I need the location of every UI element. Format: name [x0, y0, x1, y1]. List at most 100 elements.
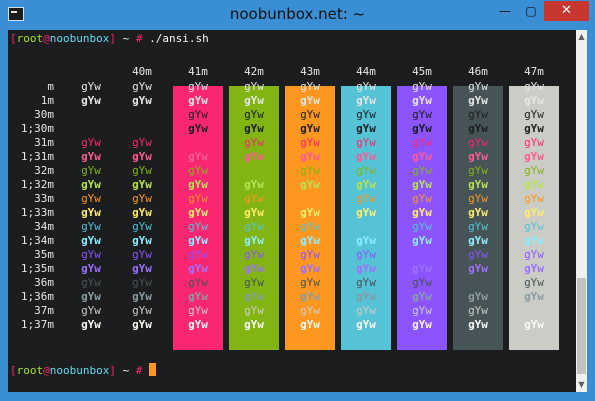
color-sample-cell: gYw — [412, 192, 432, 205]
prompt-line-1: [root@noobunbox] ~ # ./ansi.sh — [10, 32, 209, 46]
color-sample-cell: gYw — [244, 136, 264, 149]
prompt-bracket-close: ] — [109, 32, 116, 45]
fg-code-label: 31m — [34, 136, 54, 149]
color-sample-cell: gYw — [81, 276, 101, 289]
color-sample-cell: gYw — [356, 136, 376, 149]
color-sample-cell: gYw — [188, 262, 208, 275]
color-sample-cell: gYw — [468, 304, 488, 317]
color-sample-cell: gYw — [300, 150, 320, 163]
title-bar[interactable]: noobunbox.net: ~ — ▢ ✕ — [0, 0, 595, 30]
color-sample-cell: gYw — [188, 220, 208, 233]
color-sample-cell: gYw — [81, 108, 101, 121]
bg-header-42: 42m — [244, 65, 264, 78]
color-sample-cell: gYw — [468, 290, 488, 303]
color-sample-cell: gYw — [356, 234, 376, 247]
fg-code-label: 36m — [34, 276, 54, 289]
bg-header-44: 44m — [356, 65, 376, 78]
prompt-line-2: [root@noobunbox] ~ # — [10, 363, 157, 378]
color-sample-cell: gYw — [244, 234, 264, 247]
color-sample-cell: gYw — [244, 122, 264, 135]
color-sample-cell: gYw — [244, 94, 264, 107]
color-sample-cell: gYw — [524, 220, 544, 233]
color-sample-cell: gYw — [188, 206, 208, 219]
color-sample-cell: gYw — [244, 80, 264, 93]
vertical-scrollbar[interactable]: ▲ ▼ — [576, 30, 587, 392]
color-sample-cell: gYw — [300, 80, 320, 93]
color-sample-cell: gYw — [468, 276, 488, 289]
color-sample-cell: gYw — [524, 192, 544, 205]
color-sample-cell: gYw — [300, 122, 320, 135]
color-sample-cell: gYw — [468, 122, 488, 135]
color-sample-cell: gYw — [356, 248, 376, 261]
color-sample-cell: gYw — [300, 290, 320, 303]
color-sample-cell: gYw — [244, 318, 264, 331]
color-sample-cell: gYw — [188, 276, 208, 289]
color-sample-cell: gYw — [356, 178, 376, 191]
fg-code-label: 1;35m — [20, 262, 54, 275]
color-sample-cell: gYw — [412, 234, 432, 247]
color-sample-cell: gYw — [188, 178, 208, 191]
color-sample-cell: gYw — [244, 220, 264, 233]
close-button[interactable]: ✕ — [544, 1, 589, 21]
prompt-bracket-close: ] — [109, 364, 116, 377]
color-sample-cell: gYw — [132, 276, 152, 289]
color-sample-cell: gYw — [132, 192, 152, 205]
bg-header-40: 40m — [132, 65, 152, 78]
bg-header-45: 45m — [412, 65, 432, 78]
scroll-up-arrow-icon[interactable]: ▲ — [576, 32, 587, 42]
color-sample-cell: gYw — [356, 262, 376, 275]
maximize-button[interactable]: ▢ — [518, 1, 544, 21]
color-sample-cell: gYw — [300, 234, 320, 247]
fg-code-label: 1;34m — [20, 234, 54, 247]
color-sample-cell: gYw — [300, 192, 320, 205]
color-sample-cell: gYw — [524, 122, 544, 135]
color-sample-cell: gYw — [468, 150, 488, 163]
color-sample-cell: gYw — [300, 94, 320, 107]
color-sample-cell: gYw — [188, 304, 208, 317]
color-sample-cell: gYw — [468, 178, 488, 191]
color-sample-cell: gYw — [356, 290, 376, 303]
minimize-button[interactable]: — — [492, 1, 518, 21]
color-sample-cell: gYw — [356, 80, 376, 93]
color-sample-cell: gYw — [132, 80, 152, 93]
color-sample-cell: gYw — [300, 220, 320, 233]
color-sample-cell: gYw — [524, 304, 544, 317]
color-sample-cell: gYw — [524, 150, 544, 163]
color-sample-cell: gYw — [132, 150, 152, 163]
color-sample-cell: gYw — [524, 276, 544, 289]
color-sample-cell: gYw — [244, 276, 264, 289]
fg-code-label: 30m — [34, 108, 54, 121]
color-sample-cell: gYw — [412, 108, 432, 121]
color-sample-cell: gYw — [188, 318, 208, 331]
color-sample-cell: gYw — [468, 80, 488, 93]
terminal-output[interactable]: [root@noobunbox] ~ # ./ansi.sh 40m 41m 42m… — [8, 30, 574, 392]
color-sample-cell: gYw — [524, 234, 544, 247]
color-sample-cell: gYw — [132, 220, 152, 233]
color-sample-cell: gYw — [300, 304, 320, 317]
color-sample-cell: gYw — [524, 318, 544, 331]
terminal-client-area[interactable]: [root@noobunbox] ~ # ./ansi.sh 40m 41m 42m… — [8, 30, 587, 392]
color-sample-cell: gYw — [524, 108, 544, 121]
bg-header-41: 41m — [188, 65, 208, 78]
prompt-bracket-open: [ — [10, 364, 17, 377]
bg-header-46: 46m — [468, 65, 488, 78]
text-cursor — [149, 363, 157, 376]
color-sample-cell: gYw — [300, 206, 320, 219]
color-sample-cell: gYw — [132, 262, 152, 275]
color-sample-cell: gYw — [468, 136, 488, 149]
color-sample-cell: gYw — [468, 192, 488, 205]
color-sample-cell: gYw — [132, 234, 152, 247]
color-sample-cell: gYw — [81, 318, 101, 331]
prompt-path: ~ — [115, 32, 136, 45]
color-sample-cell: gYw — [356, 304, 376, 317]
color-sample-cell: gYw — [356, 94, 376, 107]
color-sample-cell: gYw — [300, 136, 320, 149]
color-sample-cell: gYw — [132, 122, 152, 135]
scroll-down-arrow-icon[interactable]: ▼ — [576, 380, 587, 390]
prompt-user: root — [16, 32, 44, 45]
prompt-bracket-open: [ — [10, 32, 17, 45]
scrollbar-thumb[interactable] — [577, 278, 586, 374]
color-sample-cell: gYw — [412, 276, 432, 289]
color-sample-cell: gYw — [468, 318, 488, 331]
color-sample-cell: gYw — [188, 234, 208, 247]
